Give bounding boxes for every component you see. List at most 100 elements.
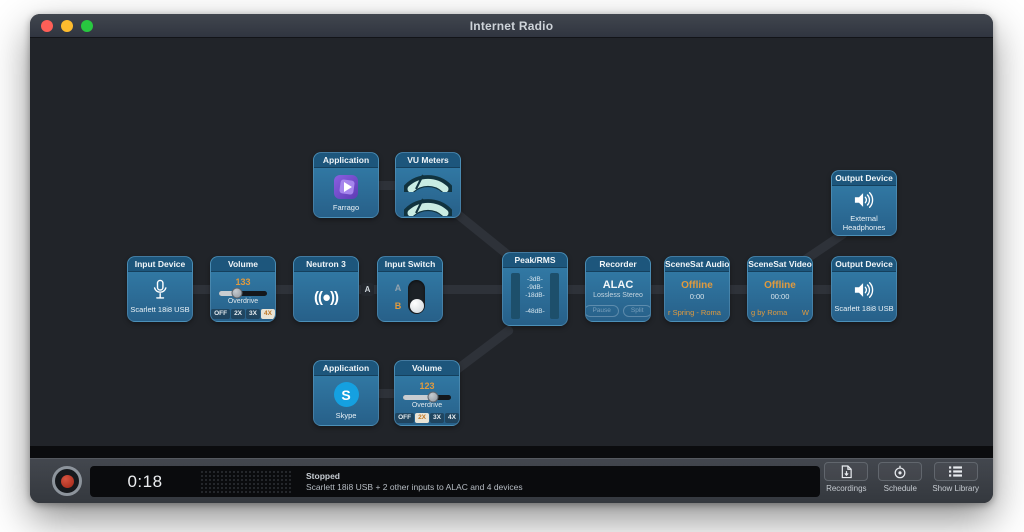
peak-meter-left (511, 273, 520, 319)
option-off[interactable]: OFF (395, 413, 414, 423)
volume-slider[interactable] (219, 291, 267, 296)
block-title: Recorder (586, 257, 650, 272)
block-title: Volume (395, 361, 459, 376)
block-title: VU Meters (396, 153, 460, 168)
block-title: Peak/RMS (503, 253, 567, 268)
block-neutron[interactable]: Neutron 3 ((●)) (293, 256, 359, 322)
switch-option-a[interactable]: A (395, 283, 402, 293)
farrago-app-icon (334, 175, 358, 199)
minimize-button[interactable] (61, 20, 73, 32)
schedule-button[interactable]: Schedule (878, 462, 922, 493)
option-3x[interactable]: 3X (430, 413, 444, 423)
window-title: Internet Radio (470, 19, 553, 33)
block-title: SceneSat Audio (665, 257, 729, 272)
block-app-skype[interactable]: Application S Skype (313, 360, 379, 426)
block-vu-meters[interactable]: VU Meters (395, 152, 461, 218)
option-off[interactable]: OFF (211, 309, 230, 319)
session-state: Stopped (306, 472, 523, 481)
peak-meter-right (550, 273, 559, 319)
record-icon (61, 475, 74, 488)
show-library-button[interactable]: Show Library (932, 462, 979, 493)
zoom-button[interactable] (81, 20, 93, 32)
block-title: Application (314, 361, 378, 376)
recorder-format: ALAC (603, 279, 634, 291)
traffic-lights (41, 20, 93, 32)
block-app-farrago[interactable]: Application Farrago (313, 152, 379, 218)
block-input-device[interactable]: Input Device Scarlett 18i8 USB (127, 256, 193, 322)
stream-status: Offline (764, 280, 796, 291)
block-output-scarlett[interactable]: Output Device Scarlett 18i8 USB (831, 256, 897, 322)
block-scenesat-video[interactable]: SceneSat Video Offline 00:00 g by Roma W (747, 256, 813, 322)
session-timer: 0:18 (90, 472, 200, 492)
audio-unit-icon: ((●)) (314, 289, 338, 306)
recordings-button[interactable]: Recordings (824, 462, 868, 493)
block-peak-rms[interactable]: Peak/RMS -3dB- -9dB- -18dB- -48dB- (502, 252, 568, 326)
db-scale: -3dB- -9dB- -18dB- -48dB- (525, 276, 545, 316)
pause-button[interactable]: Pause (585, 305, 619, 317)
skype-app-icon: S (334, 382, 359, 407)
speaker-icon (852, 190, 876, 210)
volume-slider[interactable] (403, 395, 451, 400)
vu-meter-icon (404, 170, 452, 192)
split-button[interactable]: Split (623, 305, 651, 317)
wire-channel-tag: A (361, 283, 374, 296)
microphone-icon (150, 279, 170, 301)
block-volume-top[interactable]: Volume 133 Overdrive OFF 2X 3X 4X (210, 256, 276, 322)
level-dots (200, 470, 292, 494)
session-display: 0:18 Stopped Scarlett 18i8 USB + 2 other… (90, 466, 820, 497)
slider-knob[interactable] (232, 288, 243, 299)
pipeline-canvas: A Input Device Scarlett 18i8 USB Volume … (30, 38, 993, 446)
library-list-icon (948, 465, 963, 478)
toggle-knob[interactable] (410, 299, 424, 313)
block-title: Neutron 3 (294, 257, 358, 272)
slider-knob[interactable] (427, 392, 438, 403)
block-title: Output Device (832, 257, 896, 272)
stream-status: Offline (681, 280, 713, 291)
input-device-label: Scarlett 18i8 USB (130, 305, 189, 314)
block-output-headphones[interactable]: Output Device External Headphones (831, 170, 897, 236)
session-summary: Scarlett 18i8 USB + 2 other inputs to AL… (306, 483, 523, 492)
option-4x[interactable]: 4X (445, 413, 459, 423)
farrago-label: Farrago (333, 203, 359, 212)
overdrive-label: Overdrive (228, 298, 258, 306)
overdrive-label: Overdrive (412, 402, 442, 410)
now-playing-marquee: r Spring - Roma (665, 308, 729, 317)
block-input-switch[interactable]: Input Switch A B (377, 256, 443, 322)
recorder-mode: Lossless Stereo (593, 292, 643, 299)
speaker-icon (852, 280, 876, 300)
status-bar: 0:18 Stopped Scarlett 18i8 USB + 2 other… (30, 458, 993, 503)
output-device-label: External Headphones (835, 214, 893, 233)
app-window: Internet Radio A Input Device Scarlett 1… (30, 14, 993, 503)
volume-options: OFF 2X 3X 4X (395, 413, 459, 423)
volume-value: 123 (419, 381, 434, 391)
stream-time: 00:00 (771, 292, 790, 301)
block-title: Output Device (832, 171, 896, 186)
option-3x[interactable]: 3X (246, 309, 260, 319)
close-button[interactable] (41, 20, 53, 32)
stream-time: 0:00 (690, 292, 705, 301)
block-scenesat-audio[interactable]: SceneSat Audio Offline 0:00 r Spring - R… (664, 256, 730, 322)
volume-value: 133 (235, 277, 250, 287)
now-playing-marquee: g by Roma W (748, 308, 812, 317)
titlebar: Internet Radio (30, 14, 993, 38)
option-2x[interactable]: 2X (231, 309, 245, 319)
schedule-clock-icon (893, 465, 907, 479)
output-device-label: Scarlett 18i8 USB (834, 304, 893, 313)
block-title: Application (314, 153, 378, 168)
block-title: SceneSat Video (748, 257, 812, 272)
option-2x[interactable]: 2X (415, 413, 429, 423)
block-volume-bottom[interactable]: Volume 123 Overdrive OFF 2X 3X 4X (394, 360, 460, 426)
block-title: Volume (211, 257, 275, 272)
vu-meter-icon (404, 194, 452, 216)
block-title: Input Device (128, 257, 192, 272)
switch-option-b[interactable]: B (395, 301, 402, 311)
block-title: Input Switch (378, 257, 442, 272)
block-recorder[interactable]: Recorder ALAC Lossless Stereo Pause Spli… (585, 256, 651, 322)
record-button[interactable] (52, 466, 82, 496)
skype-label: Skype (336, 411, 357, 420)
recordings-file-icon (840, 465, 853, 479)
ab-toggle[interactable] (408, 280, 425, 314)
canvas-footer-strip (30, 446, 993, 458)
option-4x[interactable]: 4X (261, 309, 275, 319)
volume-options: OFF 2X 3X 4X (211, 309, 275, 319)
